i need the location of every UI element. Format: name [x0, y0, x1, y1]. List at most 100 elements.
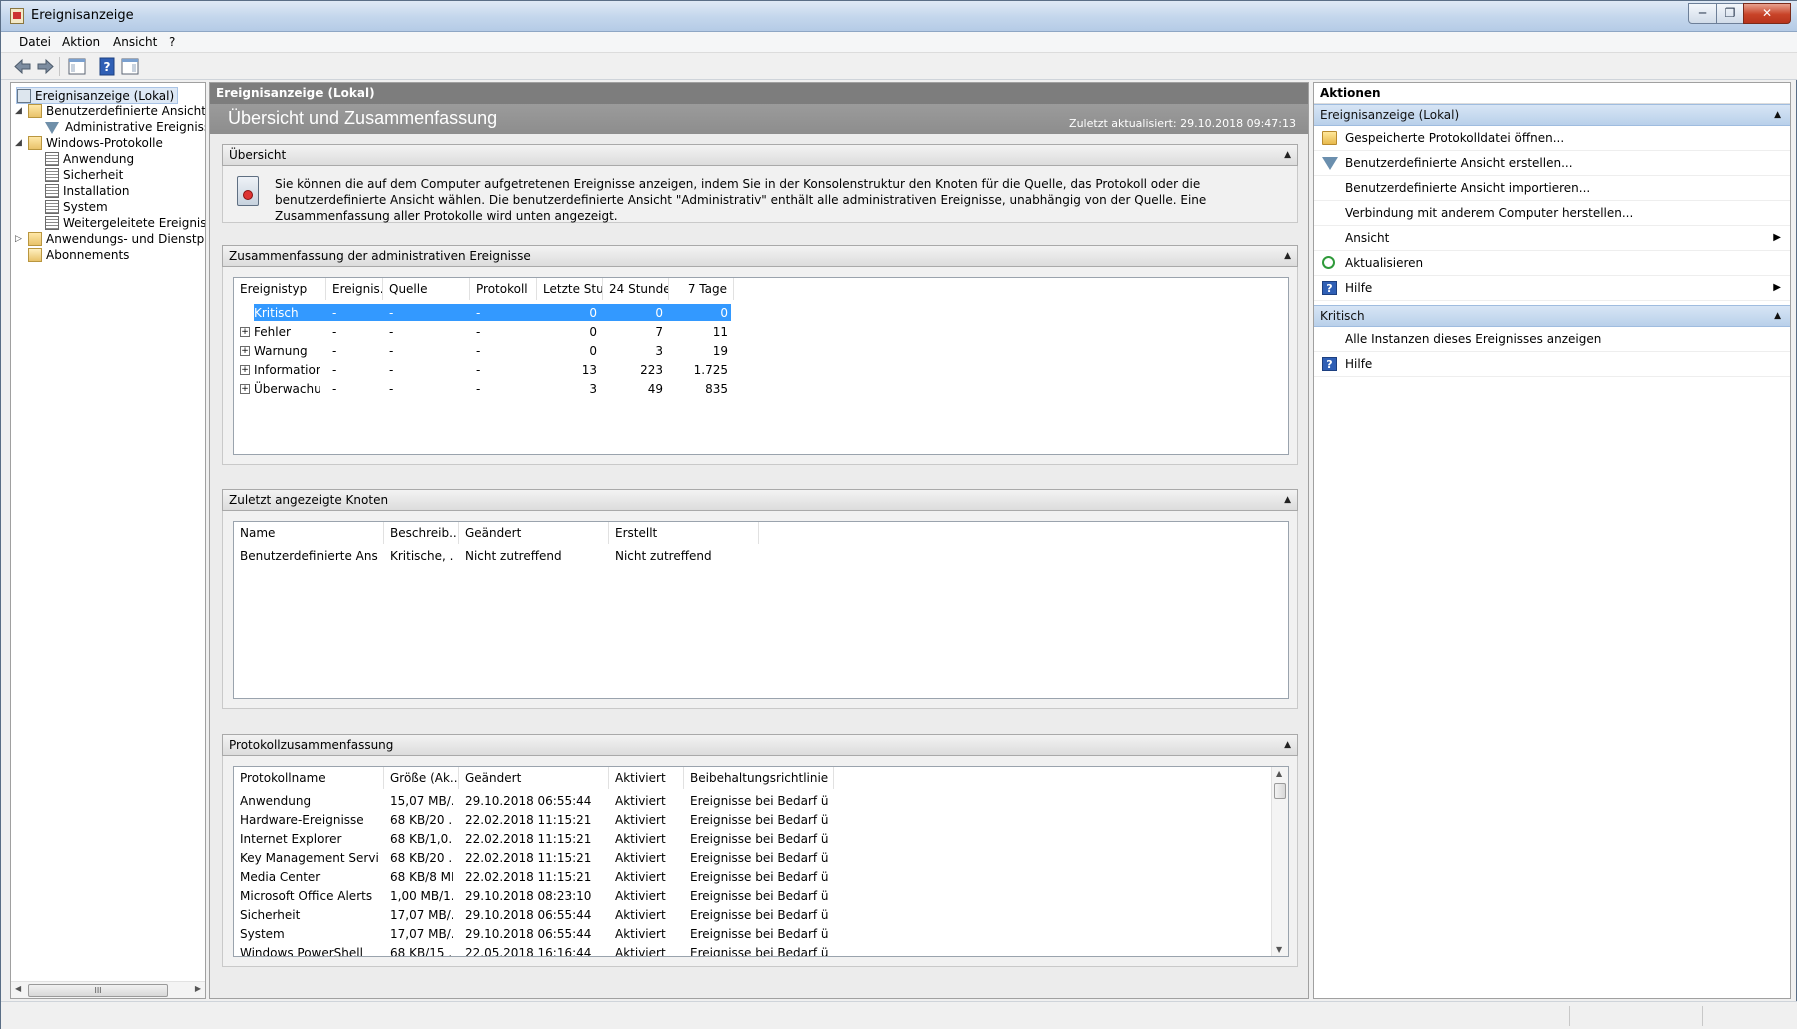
expand-icon[interactable]: +	[240, 365, 250, 375]
column-header-aktiviert[interactable]: Aktiviert	[609, 767, 684, 789]
action-hilfe[interactable]: ? Hilfe ▶	[1314, 276, 1790, 301]
table-row[interactable]: Benutzerdefinierte Ansic... Kritische, ..…	[234, 547, 759, 566]
tree-item-system[interactable]: System	[45, 199, 108, 216]
collapse-icon[interactable]: ▲	[1284, 145, 1291, 165]
collapse-icon[interactable]: ▲	[1284, 735, 1291, 755]
column-header-protokoll[interactable]: Protokoll	[470, 278, 537, 300]
menu-datei[interactable]: Datei	[19, 35, 51, 49]
expand-icon[interactable]: +	[240, 327, 250, 337]
column-header-beschreib[interactable]: Beschreib...	[384, 522, 459, 544]
tree-item-benutzerdefinierte-ansichten[interactable]: Benutzerdefinierte Ansichten	[28, 103, 206, 120]
overview-section-header[interactable]: Übersicht ▲	[222, 144, 1298, 166]
collapse-icon[interactable]: ▲	[1284, 246, 1291, 266]
action-section-title: Kritisch	[1320, 309, 1365, 323]
action-ansicht[interactable]: Ansicht ▶	[1314, 226, 1790, 251]
close-button[interactable]: ✕	[1743, 3, 1791, 24]
menu-help[interactable]: ?	[169, 35, 175, 49]
action-section-ereignisanzeige-lokal[interactable]: Ereignisanzeige (Lokal) ▲	[1314, 104, 1790, 126]
collapse-icon[interactable]: ▲	[1284, 490, 1291, 510]
tree-scroll-thumb[interactable]: III	[28, 984, 168, 997]
action-section-kritisch[interactable]: Kritisch ▲	[1314, 305, 1790, 327]
column-header-letzte-stu[interactable]: Letzte Stu...	[537, 278, 603, 300]
action-verbindung-mit-anderem-computer-herstellen[interactable]: Verbindung mit anderem Computer herstell…	[1314, 201, 1790, 226]
log-summary-table[interactable]: ▲ ▼ Protokollname Größe (Ak... Geändert Akt…	[233, 766, 1289, 957]
menu-ansicht[interactable]: Ansicht	[113, 35, 157, 49]
restore-button[interactable]: ❐	[1716, 3, 1744, 24]
table-row[interactable]: + Fehler - - - 0 7 11	[234, 323, 734, 342]
column-header-geändert[interactable]: Geändert	[459, 522, 609, 544]
log-summary-section-header[interactable]: Protokollzusammenfassung ▲	[222, 734, 1298, 756]
tree-item-anwendungs-und-dienstprotokolle[interactable]: Anwendungs- und Dienstprotokolle	[28, 231, 205, 248]
table-row[interactable]: Media Center 68 KB/8 MB 22.02.2018 11:15:2…	[234, 868, 834, 887]
column-header-erstellt[interactable]: Erstellt	[609, 522, 759, 544]
tree-expander-icon[interactable]: ◢	[15, 106, 25, 116]
scroll-right-icon[interactable]: ▶	[195, 984, 201, 993]
tree-item-weitergeleitete-ereignisse[interactable]: Weitergeleitete Ereignisse	[45, 215, 205, 232]
minimize-button[interactable]: ─	[1688, 3, 1717, 24]
action-alle-instanzen-dieses-ereignisses-anzeigen[interactable]: Alle Instanzen dieses Ereignisses anzeig…	[1314, 327, 1790, 352]
action-benutzerdefinierte-ansicht-importieren[interactable]: Benutzerdefinierte Ansicht importieren..…	[1314, 176, 1790, 201]
tree-item-abonnements[interactable]: Abonnements	[28, 247, 129, 264]
tree-item-sicherheit[interactable]: Sicherheit	[45, 167, 123, 184]
show-tree-icon[interactable]	[67, 57, 87, 76]
action-aktualisieren[interactable]: Aktualisieren	[1314, 251, 1790, 276]
column-header-größe-ak[interactable]: Größe (Ak...	[384, 767, 459, 789]
table-row[interactable]: Windows PowerShell 68 KB/15 ... 22.05.2018…	[234, 944, 834, 957]
table-row[interactable]: Hardware-Ereignisse 68 KB/20 ... 22.02.201…	[234, 811, 834, 830]
console-tree[interactable]: Ereignisanzeige (Lokal) ◢ Benutzerdefinier…	[10, 82, 206, 999]
table-row[interactable]: Kritisch - - - 0 0 0	[234, 304, 734, 323]
menu-aktion[interactable]: Aktion	[62, 35, 100, 49]
column-header-beibehaltungsrichtlinie[interactable]: Beibehaltungsrichtlinie	[684, 767, 834, 789]
tree-horizontal-scrollbar[interactable]: ◀ III ▶	[11, 981, 205, 998]
recent-nodes-table[interactable]: Name Beschreib... Geändert Erstellt Benutzer…	[233, 521, 1289, 699]
table-cell: 68 KB/15 ...	[390, 946, 453, 957]
action-benutzerdefinierte-ansicht-erstellen[interactable]: Benutzerdefinierte Ansicht erstellen...	[1314, 151, 1790, 176]
admin-summary-section-header[interactable]: Zusammenfassung der administrativen Erei…	[222, 245, 1298, 267]
table-row[interactable]: +Überwachun...---349835	[234, 380, 734, 399]
column-header-ereignistyp[interactable]: Ereignistyp	[234, 278, 326, 300]
action-hilfe[interactable]: ? Hilfe	[1314, 352, 1790, 377]
action-pane-icon[interactable]	[120, 57, 140, 76]
expand-icon[interactable]: +	[240, 346, 250, 356]
column-header-24-stunden[interactable]: 24 Stunden	[603, 278, 669, 300]
scroll-up-icon[interactable]: ▲	[1276, 769, 1282, 778]
tree-item-administrative-ereignisse[interactable]: Administrative Ereignisse	[45, 119, 205, 136]
collapse-icon[interactable]: ▲	[1774, 306, 1781, 326]
tree-expander-icon[interactable]: ◢	[15, 138, 25, 148]
table-row[interactable]: Sicherheit 17,07 MB/... 29.10.2018 06:55:4…	[234, 906, 834, 925]
tree-item-label: Benutzerdefinierte Ansichten	[46, 104, 206, 118]
column-header-geändert[interactable]: Geändert	[459, 767, 609, 789]
log-summary-scroll-thumb[interactable]	[1274, 783, 1286, 799]
table-row[interactable]: + Warnung - - - 0 3 19	[234, 342, 734, 361]
action-gespeicherte-protokolldatei-öffnen[interactable]: Gespeicherte Protokolldatei öffnen...	[1314, 126, 1790, 151]
back-arrow-icon[interactable]	[13, 57, 33, 76]
help-icon[interactable]: ?	[97, 57, 117, 76]
expand-icon[interactable]: +	[240, 384, 250, 394]
title-bar[interactable]: Ereignisanzeige ─ ❐ ✕	[1, 1, 1797, 32]
column-header-quelle[interactable]: Quelle	[383, 278, 470, 300]
tree-expander-icon[interactable]: ▷	[15, 234, 25, 244]
scroll-down-icon[interactable]: ▼	[1276, 945, 1282, 954]
column-header-7-tage[interactable]: 7 Tage	[669, 278, 734, 300]
recent-nodes-section-header[interactable]: Zuletzt angezeigte Knoten ▲	[222, 489, 1298, 511]
tree-item-anwendung[interactable]: Anwendung	[45, 151, 134, 168]
table-row[interactable]: +Informationen---132231.725	[234, 361, 734, 380]
table-row[interactable]: System 17,07 MB/... 29.10.2018 06:55:44 Akt…	[234, 925, 834, 944]
log-summary-vertical-scrollbar[interactable]: ▲ ▼	[1271, 767, 1288, 956]
table-row[interactable]: Internet Explorer 68 KB/1,0... 22.02.2018 …	[234, 830, 834, 849]
tree-item-installation[interactable]: Installation	[45, 183, 129, 200]
tree-item-ereignisanzeige-lokal[interactable]: Ereignisanzeige (Lokal)	[16, 87, 179, 104]
table-cell: Aktiviert	[615, 927, 666, 941]
table-cell: Informationen	[254, 363, 320, 377]
column-header-name[interactable]: Name	[234, 522, 384, 544]
column-header-protokollname[interactable]: Protokollname	[234, 767, 384, 789]
table-row[interactable]: Key Management Service 68 KB/20 ... 22.02.…	[234, 849, 834, 868]
column-header-ereignis[interactable]: Ereignis...	[326, 278, 383, 300]
forward-arrow-icon[interactable]	[35, 57, 55, 76]
table-row[interactable]: Anwendung 15,07 MB/... 29.10.2018 06:55:44…	[234, 792, 834, 811]
table-row[interactable]: Microsoft Office Alerts 1,00 MB/1... 29.10…	[234, 887, 834, 906]
admin-summary-table[interactable]: EreignistypEreignis...QuelleProtokollLet…	[233, 277, 1289, 455]
scroll-left-icon[interactable]: ◀	[15, 984, 21, 993]
collapse-icon[interactable]: ▲	[1774, 105, 1781, 125]
tree-item-windows-protokolle[interactable]: Windows-Protokolle	[28, 135, 163, 152]
